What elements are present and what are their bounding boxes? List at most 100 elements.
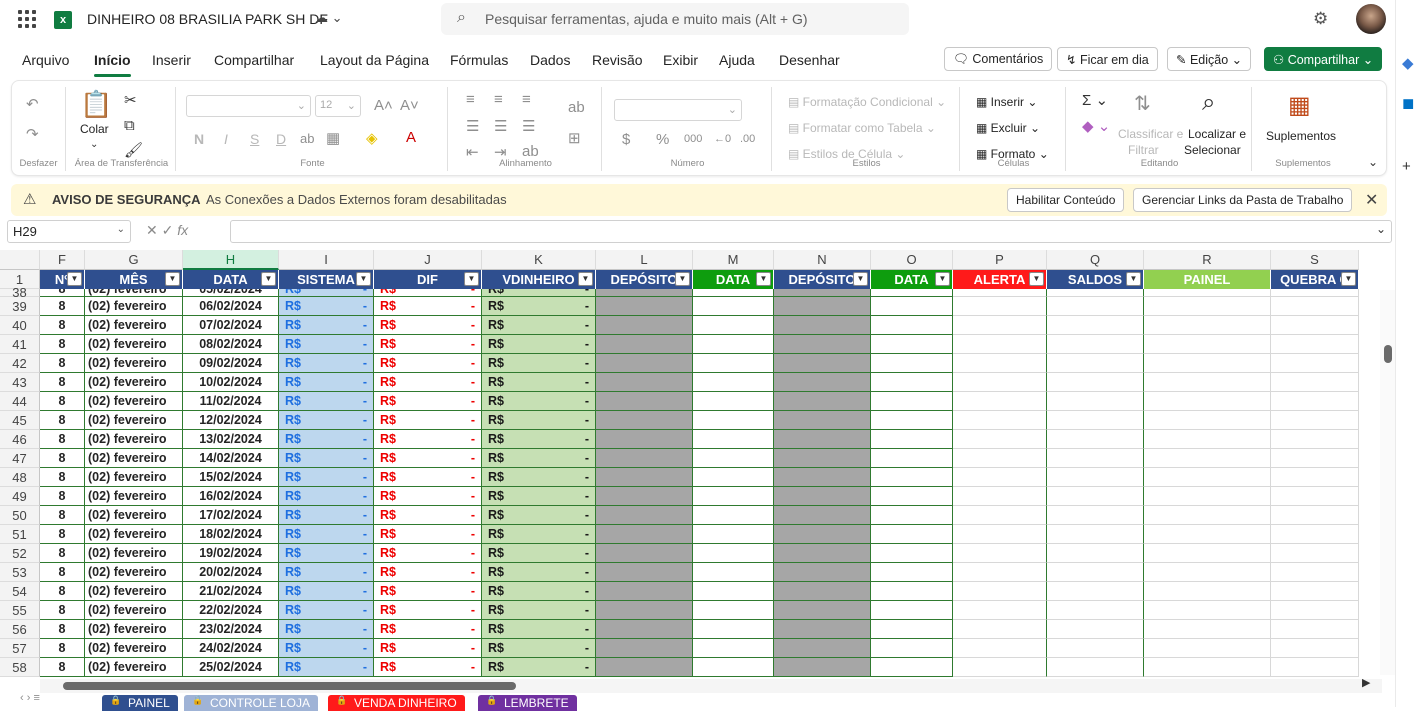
- sheet-tab[interactable]: 🔒 PAINEL: [102, 695, 178, 711]
- table-header-cell[interactable]: DEPÓSITO ▼: [774, 270, 871, 289]
- table-cell[interactable]: [1144, 601, 1271, 620]
- table-cell[interactable]: [774, 487, 871, 506]
- table-cell[interactable]: [871, 373, 953, 392]
- fill-color-icon[interactable]: ◈: [366, 129, 378, 147]
- table-cell[interactable]: [871, 430, 953, 449]
- table-cell[interactable]: [1271, 563, 1359, 582]
- table-cell[interactable]: [953, 658, 1047, 677]
- table-cell[interactable]: R$ -: [279, 658, 374, 677]
- table-cell[interactable]: [953, 392, 1047, 411]
- format-painter-icon[interactable]: 🖌: [124, 141, 143, 159]
- table-cell[interactable]: [953, 335, 1047, 354]
- font-color-icon[interactable]: A: [406, 129, 416, 146]
- table-cell[interactable]: [1047, 620, 1144, 639]
- table-cell[interactable]: (02) fevereiro: [85, 430, 183, 449]
- table-cell[interactable]: [693, 392, 774, 411]
- table-cell[interactable]: R$ -: [482, 430, 596, 449]
- redo-icon[interactable]: ↷: [26, 125, 39, 143]
- table-cell[interactable]: [1047, 392, 1144, 411]
- table-cell[interactable]: [774, 316, 871, 335]
- table-cell[interactable]: [1047, 354, 1144, 373]
- table-cell[interactable]: 8: [40, 297, 85, 316]
- table-cell[interactable]: R$ -: [374, 487, 482, 506]
- table-cell[interactable]: R$ -: [279, 316, 374, 335]
- table-cell[interactable]: R$ -: [374, 468, 482, 487]
- table-cell[interactable]: 12/02/2024: [183, 411, 279, 430]
- table-cell[interactable]: R$ -: [279, 354, 374, 373]
- table-cell[interactable]: R$ -: [374, 430, 482, 449]
- grow-font-icon[interactable]: A˄: [374, 97, 393, 114]
- sort-filter-label[interactable]: Classificar e: [1118, 127, 1183, 141]
- table-cell[interactable]: [596, 354, 693, 373]
- table-cell[interactable]: [1271, 392, 1359, 411]
- table-cell[interactable]: [953, 468, 1047, 487]
- row-header[interactable]: 44: [0, 392, 40, 411]
- table-cell[interactable]: [774, 289, 871, 297]
- table-header-cell[interactable]: PAINEL: [1144, 270, 1271, 289]
- table-cell[interactable]: [871, 563, 953, 582]
- filter-dropdown-icon[interactable]: ▼: [356, 272, 371, 286]
- cut-icon[interactable]: ✂: [124, 91, 137, 109]
- table-cell[interactable]: 8: [40, 335, 85, 354]
- table-cell[interactable]: R$ -: [482, 563, 596, 582]
- table-cell[interactable]: 8: [40, 582, 85, 601]
- table-cell[interactable]: R$ -: [482, 601, 596, 620]
- table-cell[interactable]: [871, 544, 953, 563]
- sheet-tab[interactable]: 🔒 LEMBRETE: [478, 695, 577, 711]
- table-cell[interactable]: R$ -: [279, 335, 374, 354]
- table-cell[interactable]: 8: [40, 601, 85, 620]
- table-cell[interactable]: R$ -: [279, 506, 374, 525]
- table-cell[interactable]: [1144, 658, 1271, 677]
- table-cell[interactable]: [774, 335, 871, 354]
- row-header[interactable]: 54: [0, 582, 40, 601]
- table-header-cell[interactable]: SISTEMA ▼: [279, 270, 374, 289]
- row-header[interactable]: 48: [0, 468, 40, 487]
- table-cell[interactable]: [774, 582, 871, 601]
- italic-button[interactable]: I: [224, 131, 228, 147]
- table-cell[interactable]: [596, 430, 693, 449]
- table-cell[interactable]: (02) fevereiro: [85, 373, 183, 392]
- table-cell[interactable]: [1271, 354, 1359, 373]
- table-cell[interactable]: [693, 468, 774, 487]
- column-header[interactable]: L: [596, 250, 693, 270]
- table-cell[interactable]: [774, 449, 871, 468]
- filter-dropdown-icon[interactable]: ▼: [756, 272, 771, 286]
- vertical-scroll-thumb[interactable]: [1384, 345, 1392, 363]
- table-cell[interactable]: R$ -: [374, 525, 482, 544]
- table-cell[interactable]: [953, 289, 1047, 297]
- table-cell[interactable]: [1271, 297, 1359, 316]
- wrap-text-icon[interactable]: ab: [568, 99, 585, 116]
- table-cell[interactable]: [1271, 620, 1359, 639]
- table-cell[interactable]: 08/02/2024: [183, 335, 279, 354]
- table-cell[interactable]: [1144, 544, 1271, 563]
- table-cell[interactable]: [596, 468, 693, 487]
- table-cell[interactable]: 18/02/2024: [183, 525, 279, 544]
- table-cell[interactable]: R$ -: [482, 658, 596, 677]
- table-cell[interactable]: [1144, 639, 1271, 658]
- table-cell[interactable]: [871, 449, 953, 468]
- table-cell[interactable]: 8: [40, 620, 85, 639]
- table-cell[interactable]: [871, 411, 953, 430]
- table-cell[interactable]: [1144, 316, 1271, 335]
- filter-dropdown-icon[interactable]: ▼: [675, 272, 690, 286]
- row-header[interactable]: 39: [0, 297, 40, 316]
- table-cell[interactable]: 8: [40, 373, 85, 392]
- addins-label[interactable]: Suplementos: [1266, 129, 1336, 143]
- column-header[interactable]: H: [183, 250, 279, 270]
- menu-tab-3[interactable]: Compartilhar: [214, 52, 294, 68]
- search-box[interactable]: ⌕ Pesquisar ferramentas, ajuda e muito m…: [441, 3, 909, 35]
- file-title[interactable]: DINHEIRO 08 BRASILIA PARK SH DF: [87, 11, 328, 27]
- table-cell[interactable]: [1047, 563, 1144, 582]
- table-cell[interactable]: 13/02/2024: [183, 430, 279, 449]
- table-cell[interactable]: R$ -: [279, 544, 374, 563]
- table-cell[interactable]: [1144, 289, 1271, 297]
- align-right-icon[interactable]: ☰: [522, 117, 535, 135]
- autosave-icon[interactable]: ☁︎ ⌄: [315, 10, 343, 26]
- column-header[interactable]: G: [85, 250, 183, 270]
- table-cell[interactable]: R$ -: [374, 639, 482, 658]
- table-cell[interactable]: R$ -: [482, 354, 596, 373]
- row-header[interactable]: 56: [0, 620, 40, 639]
- table-cell[interactable]: R$ -: [279, 430, 374, 449]
- column-header[interactable]: O: [871, 250, 953, 270]
- editing-mode-button[interactable]: ✎ Edição ⌄: [1167, 47, 1252, 71]
